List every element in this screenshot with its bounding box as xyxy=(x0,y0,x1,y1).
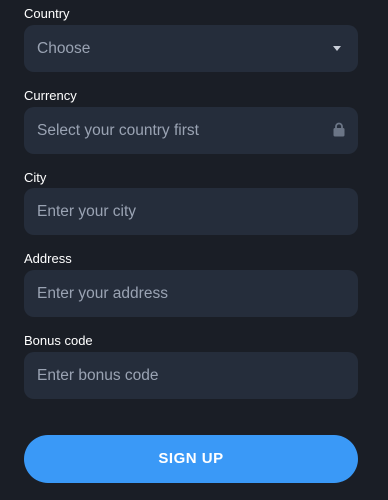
address-label: Address xyxy=(24,251,72,266)
caret-down-icon xyxy=(333,46,341,51)
currency-field: Select your country first xyxy=(24,107,358,154)
bonus-code-input[interactable] xyxy=(24,352,358,399)
bonus-code-field xyxy=(24,352,358,399)
lock-icon xyxy=(333,122,345,137)
currency-label: Currency xyxy=(24,88,77,103)
country-label: Country xyxy=(24,6,70,21)
country-select[interactable]: Choose xyxy=(24,25,358,72)
city-label: City xyxy=(24,170,47,185)
city-field xyxy=(24,188,358,235)
country-selected-value: Choose xyxy=(37,40,91,57)
bonus-code-label: Bonus code xyxy=(24,333,93,348)
address-input[interactable] xyxy=(24,270,358,317)
city-input[interactable] xyxy=(24,188,358,235)
sign-up-button[interactable]: SIGN UP xyxy=(24,435,358,483)
currency-placeholder: Select your country first xyxy=(37,122,199,139)
address-field xyxy=(24,270,358,317)
